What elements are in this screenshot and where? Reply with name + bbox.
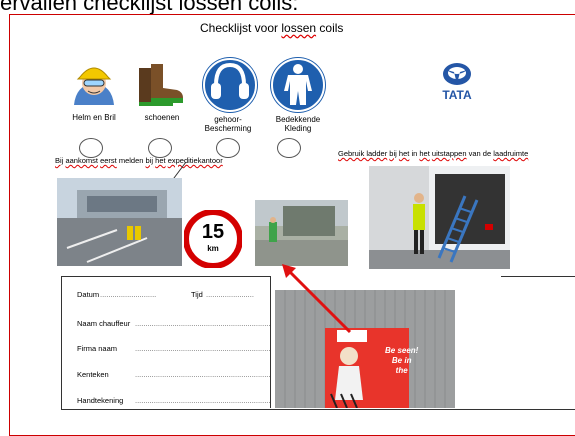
ppe-label-coverall: Bedekkende Kleding xyxy=(275,115,321,133)
title-suffix: coils xyxy=(319,21,344,35)
note-word: melden xyxy=(118,156,144,165)
note-word: het xyxy=(419,149,430,158)
loading-area-photo xyxy=(255,200,348,266)
note-word: eerst xyxy=(100,156,117,165)
label-handtekening: Handtekening xyxy=(77,396,124,405)
check-circle-coverall[interactable] xyxy=(277,138,301,158)
ppe-label-boots: schoenen xyxy=(144,113,180,122)
note-word: bij xyxy=(389,149,397,158)
ladder-note: Gebruik ladder bij het in het uitstappen… xyxy=(338,149,528,158)
note-word: laadruimte xyxy=(493,149,529,158)
poster-line: Be seen! xyxy=(385,346,419,355)
hearing-protection-icon xyxy=(200,55,260,115)
check-circle-boots[interactable] xyxy=(148,138,172,158)
helmet-goggles-icon xyxy=(66,55,122,111)
datum-field[interactable]: ........................... xyxy=(100,290,156,299)
note-word: aankomst xyxy=(65,156,98,165)
coverall-icon xyxy=(268,55,328,115)
tijd-field[interactable]: ....................... xyxy=(206,290,254,299)
check-circle-helmet[interactable] xyxy=(79,138,103,158)
sheet-title: Checklijst voor lossen coils xyxy=(200,21,343,35)
label-chauffeur: Naam chauffeur xyxy=(77,319,131,328)
note-word: Gebruik ladder xyxy=(338,149,388,158)
red-arrow xyxy=(282,264,352,334)
tata-logo-icon: TATA xyxy=(432,60,482,106)
note-word: in xyxy=(411,149,418,158)
speed-limit-sign: 15 km xyxy=(184,210,242,268)
label-firma: Firma naam xyxy=(77,344,118,353)
chauffeur-field[interactable]: ........................................… xyxy=(135,319,285,328)
poster-line: the xyxy=(395,366,408,375)
expedition-office-photo xyxy=(57,178,182,266)
truck-ladder-photo xyxy=(369,166,510,269)
firma-field[interactable]: ........................................… xyxy=(135,344,285,353)
speed-unit: km xyxy=(207,244,219,253)
kenteken-field[interactable]: ........................................… xyxy=(135,370,285,379)
check-circle-hearing[interactable] xyxy=(216,138,240,158)
handtekening-field[interactable]: ........................................… xyxy=(135,396,285,405)
label-kenteken: Kenteken xyxy=(77,370,109,379)
ppe-label-hearing: gehoor- Bescherming xyxy=(204,115,252,133)
speed-value: 15 xyxy=(201,221,225,243)
title-word: lossen xyxy=(281,21,317,35)
arrival-note: Bij aankomst eerst melden bij het expedi… xyxy=(55,156,223,165)
note-word: van de xyxy=(468,149,492,158)
poster-text: Be seen! Be in the xyxy=(385,346,418,376)
note-word: uitstappen xyxy=(431,149,467,158)
brand-name: TATA xyxy=(442,88,472,102)
poster-line: Be in xyxy=(391,356,412,365)
title-prefix: Checklijst voor xyxy=(200,21,279,35)
ppe-label-helmet: Helm en Bril xyxy=(72,113,116,122)
label-datum: Datum xyxy=(77,290,100,299)
note-word: Bij xyxy=(55,156,64,165)
safety-boots-icon xyxy=(133,58,185,110)
label-tijd: Tijd xyxy=(191,290,203,299)
note-word: het xyxy=(398,149,410,158)
